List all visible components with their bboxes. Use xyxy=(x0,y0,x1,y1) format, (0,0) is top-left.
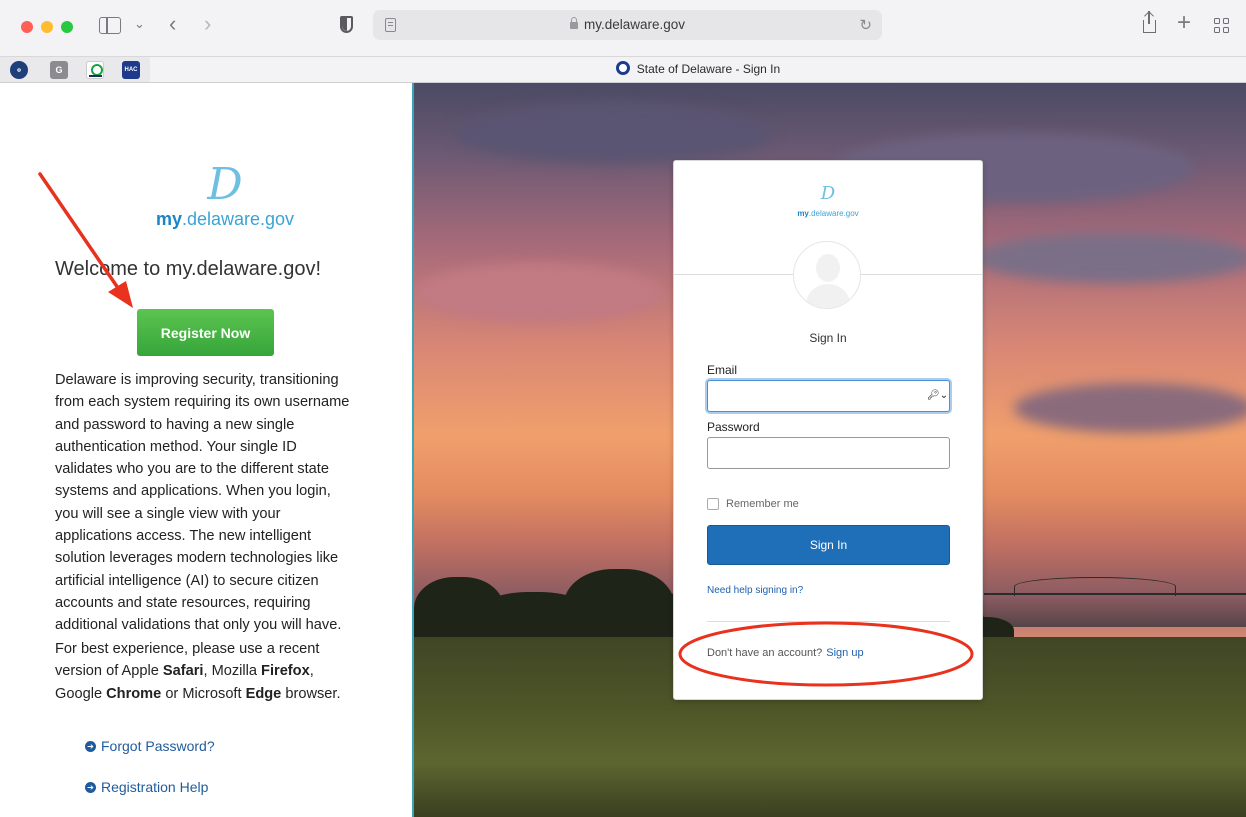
close-window-button[interactable] xyxy=(21,21,33,33)
card-logo: D my.delaware.gov xyxy=(674,185,982,221)
url-text: my.delaware.gov xyxy=(583,17,686,32)
forgot-password-link[interactable]: ➔ Forgot Password? xyxy=(85,738,215,754)
favorite-g[interactable]: G xyxy=(50,61,68,79)
favorite-site-3[interactable] xyxy=(86,61,104,79)
reload-icon[interactable]: ↻ xyxy=(859,16,872,34)
signup-row: Don't have an account? Sign up xyxy=(707,647,864,659)
forward-icon[interactable]: › xyxy=(204,13,211,35)
sign-in-button[interactable]: Sign In xyxy=(707,525,950,565)
address-bar[interactable]: my.delaware.gov ↻ xyxy=(373,10,882,40)
remember-me-checkbox[interactable] xyxy=(707,498,719,510)
sign-in-card: D my.delaware.gov Sign In Email 🔑︎⌄ Pass… xyxy=(673,160,983,700)
email-field[interactable] xyxy=(707,380,950,412)
sign-in-title: Sign In xyxy=(809,331,847,345)
site-logo: D my.delaware.gov xyxy=(145,163,305,230)
description-text: Delaware is improving security, transiti… xyxy=(55,372,350,634)
browser-toolbar: ⌄ ‹ › my.delaware.gov ↻ + xyxy=(0,0,1246,56)
logo-monogram: D xyxy=(207,159,243,210)
left-panel: D my.delaware.gov Welcome to my.delaware… xyxy=(0,83,414,817)
card-divider-2 xyxy=(707,621,950,622)
url-display[interactable]: my.delaware.gov xyxy=(373,10,882,40)
tab-bar: ⚬ G HAC State of Delaware - Sign In xyxy=(0,56,1246,83)
sidebar-icon[interactable] xyxy=(99,17,121,34)
password-label: Password xyxy=(707,420,760,434)
avatar xyxy=(793,241,861,309)
remember-me[interactable]: Remember me xyxy=(707,498,799,510)
chevron-down-icon[interactable]: ⌄ xyxy=(134,14,145,34)
remember-me-label: Remember me xyxy=(726,498,799,510)
register-now-button[interactable]: Register Now xyxy=(137,309,274,356)
share-arrow-icon xyxy=(1148,11,1150,24)
welcome-heading: Welcome to my.delaware.gov! xyxy=(55,258,322,280)
browser-recommendation: For best experience, please use a recent… xyxy=(55,641,341,702)
need-help-link[interactable]: Need help signing in? xyxy=(707,585,803,596)
card-logo-monogram: D xyxy=(820,183,836,204)
logo-text: my.delaware.gov xyxy=(155,209,295,229)
shield-icon[interactable] xyxy=(340,16,353,33)
tab-favicon xyxy=(615,61,630,75)
favorite-site-1[interactable]: ⚬ xyxy=(10,61,28,79)
new-tab-icon[interactable]: + xyxy=(1177,11,1191,35)
tab-overview-icon[interactable] xyxy=(1214,18,1230,34)
share-icon[interactable] xyxy=(1143,20,1156,33)
active-tab[interactable]: State of Delaware - Sign In xyxy=(150,57,1246,82)
favorite-hac[interactable]: HAC xyxy=(122,61,140,79)
back-icon[interactable]: ‹ xyxy=(169,13,176,35)
key-icon[interactable]: 🔑︎⌄ xyxy=(927,390,948,401)
lock-icon xyxy=(569,17,578,29)
sign-up-link[interactable]: Sign up xyxy=(826,647,863,659)
arrow-circle-icon: ➔ xyxy=(85,781,96,793)
no-account-text: Don't have an account? xyxy=(707,647,823,659)
tab-title: State of Delaware - Sign In xyxy=(636,62,781,76)
card-logo-text: my.delaware.gov xyxy=(797,209,859,218)
password-field[interactable] xyxy=(707,437,950,469)
minimize-window-button[interactable] xyxy=(41,21,53,33)
email-label: Email xyxy=(707,363,738,377)
arrow-circle-icon: ➔ xyxy=(85,740,96,752)
zoom-window-button[interactable] xyxy=(61,21,73,33)
registration-help-link[interactable]: ➔ Registration Help xyxy=(85,779,208,795)
